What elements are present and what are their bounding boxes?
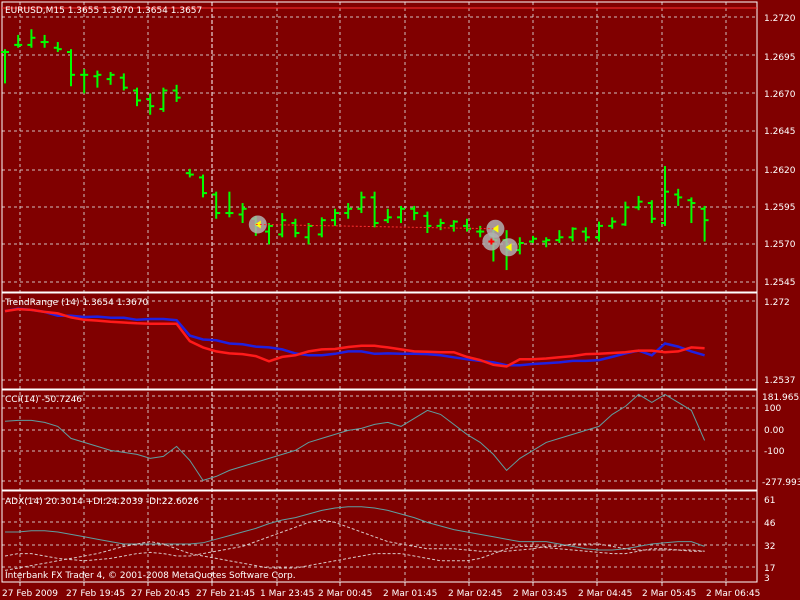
price-tick: 1.2695 [764,53,796,63]
price-tick: 1.2720 [764,14,796,24]
trendrange-title: TrendRange (14) 1.3654 1.3670 [4,298,148,308]
cci-title: CCI(14) -50.7246 [5,395,82,405]
time-tick: 27 Feb 19:45 [66,589,125,599]
adx-tick: 32 [764,542,775,552]
cci-tick: 181.9652 [762,393,800,403]
price-tick: 1.2620 [764,166,796,176]
trade-marker [499,238,518,257]
cci-tick: 0.00 [764,426,784,436]
time-tick: 2 Mar 06:45 [706,589,760,599]
price-tick: 1.2595 [764,203,796,213]
time-tick: 2 Mar 05:45 [642,589,696,599]
time-tick: 2 Mar 01:45 [383,589,437,599]
price-tick: 1.2670 [764,90,796,100]
adx-tick: 17 [764,564,775,574]
cci-tick: -277.993 [762,478,800,488]
cci-tick: 100 [764,404,781,414]
price-tick: 1.2570 [764,240,796,250]
trend-tick: 1.2537 [764,376,796,386]
copyright-text: Interbank FX Trader 4, © 2001-2008 MetaQ… [5,571,296,581]
adx-tick: 46 [764,519,776,529]
time-tick: 2 Mar 00:45 [318,589,372,599]
chart-canvas[interactable]: EURUSD,M15 1.3655 1.3670 1.3654 1.3657 T… [0,0,800,600]
time-tick: 1 Mar 23:45 [260,589,314,599]
time-tick: 27 Feb 21:45 [196,589,255,599]
price-tick: 1.2545 [764,278,796,288]
adx-tick: 3 [764,574,770,584]
terminal-chart-window[interactable]: EURUSD,M15 1.3655 1.3670 1.3654 1.3657 T… [0,0,800,600]
time-tick: 2 Mar 02:45 [448,589,502,599]
time-tick: 27 Feb 20:45 [131,589,190,599]
time-tick: 2 Mar 04:45 [578,589,632,599]
price-tick: 1.2645 [764,127,796,137]
trade-marker [482,232,501,251]
trend-tick: 1.272 [764,298,790,308]
main-chart-title: EURUSD,M15 1.3655 1.3670 1.3654 1.3657 [5,6,202,16]
adx-title: ADX(14) 20.3014 +DI:24.2039 -DI:22.6026 [5,497,199,507]
time-tick: 2 Mar 03:45 [513,589,567,599]
adx-tick: 61 [764,496,775,506]
cci-tick: -100 [764,447,785,457]
time-tick: 27 Feb 2009 [2,589,58,599]
